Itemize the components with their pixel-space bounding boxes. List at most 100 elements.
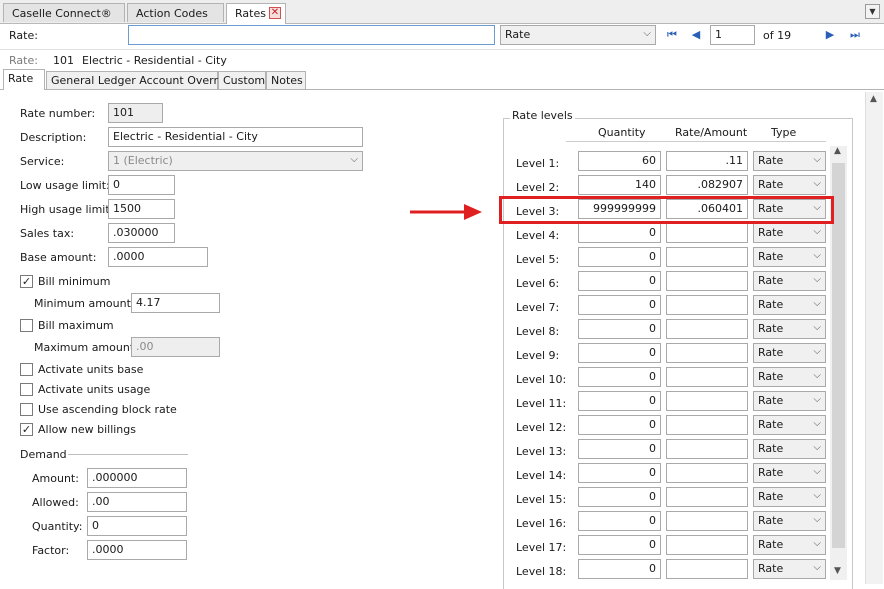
description-field[interactable]: Electric - Residential - City [108, 127, 363, 147]
tab-caselle-connect[interactable]: Caselle Connect® [3, 3, 125, 22]
level-rate-field[interactable] [666, 223, 748, 243]
tab-notes[interactable]: Notes [266, 71, 306, 89]
level-type-select[interactable]: Rate ⌵ [753, 535, 826, 555]
level-quantity-field[interactable]: 0 [578, 343, 661, 363]
level-rate-field[interactable] [666, 391, 748, 411]
level-rate-field[interactable] [666, 439, 748, 459]
minimum-amount-field[interactable]: 4.17 [131, 293, 220, 313]
level-rate-field[interactable] [666, 511, 748, 531]
level-rate-field[interactable] [666, 559, 748, 579]
level-type-select[interactable]: Rate ⌵ [753, 175, 826, 195]
level-rate-field[interactable] [666, 415, 748, 435]
level-quantity-field[interactable]: 0 [578, 271, 661, 291]
level-quantity-field[interactable]: 0 [578, 223, 661, 243]
level-type-select[interactable]: Rate ⌵ [753, 295, 826, 315]
base-amount-field[interactable]: .0000 [108, 247, 208, 267]
level-quantity-field[interactable]: 0 [578, 559, 661, 579]
level-quantity-field[interactable]: 0 [578, 295, 661, 315]
low-usage-limit-field[interactable]: 0 [108, 175, 175, 195]
tab-action-codes[interactable]: Action Codes [127, 3, 224, 22]
sales-tax-field[interactable]: .030000 [108, 223, 175, 243]
level-type-select[interactable]: Rate ⌵ [753, 367, 826, 387]
close-icon[interactable]: ✕ [269, 7, 281, 19]
level-type-select[interactable]: Rate ⌵ [753, 343, 826, 363]
scroll-up-icon[interactable]: ▲ [870, 94, 877, 104]
level-type-select[interactable]: Rate ⌵ [753, 319, 826, 339]
chevron-down-icon[interactable]: ▼ [865, 4, 880, 19]
maximum-amount-field[interactable]: .00 [131, 337, 220, 357]
rate-search-label: Rate: [9, 29, 38, 42]
ascending-block-rate-checkbox[interactable] [20, 403, 33, 416]
first-record-icon[interactable]: ⏮ [664, 27, 680, 43]
level-quantity-field[interactable]: 0 [578, 511, 661, 531]
level-rate-field[interactable]: .082907 [666, 175, 748, 195]
bill-maximum-checkbox[interactable] [20, 319, 33, 332]
level-quantity-field[interactable]: 140 [578, 175, 661, 195]
scroll-up-icon[interactable]: ▲ [834, 146, 841, 156]
tab-gl-account-override[interactable]: General Ledger Account Override [46, 71, 235, 89]
level-type-select[interactable]: Rate ⌵ [753, 439, 826, 459]
scroll-down-icon[interactable]: ▼ [834, 566, 841, 576]
demand-quantity-field[interactable]: 0 [87, 516, 187, 536]
level-rate-field[interactable] [666, 295, 748, 315]
last-record-icon[interactable]: ⏭ [847, 27, 863, 43]
level-quantity-field[interactable]: 0 [578, 391, 661, 411]
bill-minimum-checkbox[interactable]: ✓ [20, 275, 33, 288]
activate-units-base-checkbox[interactable] [20, 363, 33, 376]
demand-group-title: Demand [20, 448, 67, 461]
level-quantity-field[interactable]: 0 [578, 319, 661, 339]
chevron-down-icon: ⌵ [350, 154, 358, 165]
allow-new-billings-checkbox[interactable]: ✓ [20, 423, 33, 436]
level-quantity-field[interactable]: 0 [578, 463, 661, 483]
level-type-select[interactable]: Rate ⌵ [753, 247, 826, 267]
tab-rates[interactable]: Rates ✕ [226, 3, 286, 24]
level-type-value: Rate [758, 514, 784, 527]
demand-factor-field[interactable]: .0000 [87, 540, 187, 560]
demand-group-line [68, 454, 188, 455]
level-rate-field[interactable] [666, 463, 748, 483]
level-rate-field[interactable] [666, 319, 748, 339]
level-rate-field[interactable] [666, 247, 748, 267]
level-type-select[interactable]: Rate ⌵ [753, 559, 826, 579]
demand-amount-field[interactable]: .000000 [87, 468, 187, 488]
level-type-value: Rate [758, 442, 784, 455]
level-type-select[interactable]: Rate ⌵ [753, 487, 826, 507]
minimum-amount-label: Minimum amount: [34, 297, 135, 310]
level-quantity-field[interactable]: 0 [578, 367, 661, 387]
level-type-select[interactable]: Rate ⌵ [753, 511, 826, 531]
level-type-select[interactable]: Rate ⌵ [753, 415, 826, 435]
level-type-select[interactable]: Rate ⌵ [753, 391, 826, 411]
form-scrollbar[interactable]: ▲ [865, 92, 883, 584]
level-quantity-field[interactable]: 0 [578, 487, 661, 507]
chevron-down-icon: ⌵ [813, 418, 821, 429]
level-rate-field[interactable]: .11 [666, 151, 748, 171]
activate-units-usage-checkbox[interactable] [20, 383, 33, 396]
level-type-select[interactable]: Rate ⌵ [753, 463, 826, 483]
next-record-icon[interactable]: ▶ [822, 27, 838, 43]
level-rate-field[interactable] [666, 535, 748, 555]
high-usage-limit-field[interactable]: 1500 [108, 199, 175, 219]
level-type-select[interactable]: Rate ⌵ [753, 151, 826, 171]
record-position-input[interactable]: 1 [710, 25, 755, 45]
level-rate-field[interactable] [666, 367, 748, 387]
tab-custom[interactable]: Custom [218, 71, 266, 89]
level-quantity-field[interactable]: 60 [578, 151, 661, 171]
level-quantity-field[interactable]: 0 [578, 247, 661, 267]
rate-search-input[interactable] [128, 25, 495, 45]
level-rate-field[interactable] [666, 343, 748, 363]
previous-record-icon[interactable]: ◀ [688, 27, 704, 43]
level-rate-field[interactable] [666, 487, 748, 507]
chevron-down-icon: ⌵ [813, 562, 821, 573]
search-type-select[interactable]: Rate ⌵ [500, 25, 656, 45]
level-rate-field[interactable] [666, 271, 748, 291]
level-quantity-field[interactable]: 0 [578, 535, 661, 555]
level-type-value: Rate [758, 394, 784, 407]
level-quantity-field[interactable]: 0 [578, 439, 661, 459]
level-quantity-field[interactable]: 0 [578, 415, 661, 435]
service-select[interactable]: 1 (Electric) ⌵ [108, 151, 363, 171]
rate-number-field[interactable]: 101 [108, 103, 163, 123]
level-type-select[interactable]: Rate ⌵ [753, 223, 826, 243]
tab-rate[interactable]: Rate [3, 69, 45, 90]
demand-allowed-field[interactable]: .00 [87, 492, 187, 512]
level-type-select[interactable]: Rate ⌵ [753, 271, 826, 291]
